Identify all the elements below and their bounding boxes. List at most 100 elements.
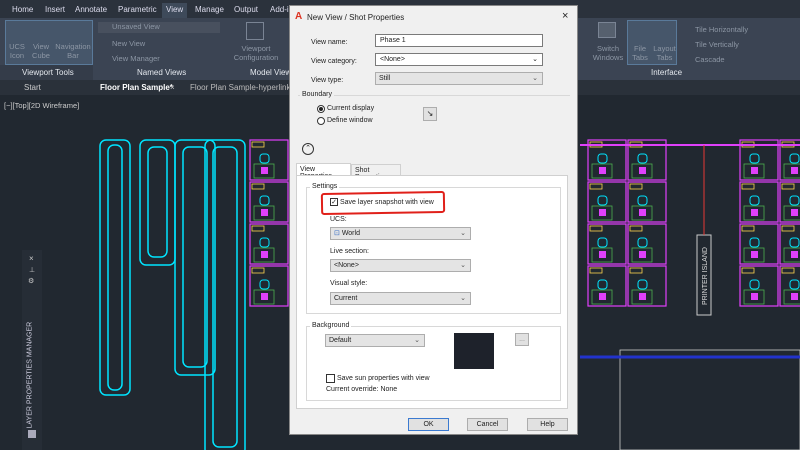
pick-window-button[interactable]: ↘ xyxy=(423,107,437,121)
room-tag xyxy=(589,183,603,190)
chair-seat xyxy=(639,167,646,174)
visual-style-label: Visual style: xyxy=(330,280,368,287)
chair-seat xyxy=(791,209,798,216)
room-tag xyxy=(251,141,265,148)
chair xyxy=(259,237,270,248)
chevron-down-icon: ⌄ xyxy=(460,295,466,302)
current-override-text: Current override: None xyxy=(326,386,398,393)
tab-insert[interactable]: Insert xyxy=(45,5,65,14)
autocad-logo-icon: A xyxy=(295,11,303,22)
view-type-label: View type: xyxy=(311,77,344,84)
cascade-button[interactable]: Cascade xyxy=(695,55,725,64)
chair xyxy=(637,195,648,206)
background-select[interactable]: Default ⌄ xyxy=(325,334,425,347)
collapse-icon[interactable]: ⌃ xyxy=(302,143,314,155)
wall-outline xyxy=(107,144,123,391)
chair-seat xyxy=(261,251,268,258)
room-tag xyxy=(741,183,755,190)
file-tab-hyperlinks[interactable]: Floor Plan Sample-hyperlinks* xyxy=(190,83,298,92)
tab-output[interactable]: Output xyxy=(234,5,258,14)
room-tag xyxy=(251,225,265,232)
wall-outline xyxy=(204,139,246,450)
settings-icon[interactable]: ⚙ xyxy=(28,277,34,285)
view-type-select[interactable]: Still ⌄ xyxy=(375,72,543,85)
tab-addins[interactable]: Add-i xyxy=(270,5,289,14)
wall-outline xyxy=(99,139,131,396)
printer-island-label: PRINTER ISLAND xyxy=(702,247,709,305)
chair-seat xyxy=(599,293,606,300)
navigation-bar-button[interactable]: Navigation Bar xyxy=(54,42,92,60)
chair xyxy=(597,195,608,206)
ok-button[interactable]: OK xyxy=(408,418,449,431)
unsaved-view-select[interactable]: Unsaved View xyxy=(98,22,220,33)
viewport-tools-title[interactable]: Viewport Tools xyxy=(22,68,74,77)
room-tag xyxy=(781,267,795,274)
switch-windows-button[interactable]: Switch Windows xyxy=(592,44,624,62)
named-views-title: Named Views xyxy=(137,68,187,77)
tab-annotate[interactable]: Annotate xyxy=(75,5,107,14)
chair-seat xyxy=(791,251,798,258)
tab-parametric[interactable]: Parametric xyxy=(118,5,157,14)
viewport-configuration-button[interactable]: Viewport Configuration xyxy=(230,44,282,62)
file-tab-start[interactable]: Start xyxy=(24,83,41,92)
room-tag xyxy=(781,183,795,190)
chevron-down-icon: ⌄ xyxy=(460,230,466,237)
define-window-radio[interactable] xyxy=(317,117,325,125)
close-icon[interactable]: × xyxy=(29,254,34,263)
ucs-select[interactable]: ⊡ World ⌄ xyxy=(330,227,471,240)
tile-horizontally-button[interactable]: Tile Horizontally xyxy=(695,25,748,34)
layout-tabs-toggle[interactable]: Layout Tabs xyxy=(652,44,677,62)
chair-seat xyxy=(599,167,606,174)
room-tag xyxy=(251,183,265,190)
tile-vertically-button[interactable]: Tile Vertically xyxy=(695,40,739,49)
chair-seat xyxy=(261,209,268,216)
tab-home[interactable]: Home xyxy=(12,5,33,14)
new-view-button[interactable]: New View xyxy=(112,39,145,48)
view-name-input[interactable]: Phase 1 xyxy=(375,34,543,47)
tab-view[interactable]: View xyxy=(162,3,188,18)
viewport-controls[interactable]: [−][Top][2D Wireframe] xyxy=(4,101,79,110)
help-button[interactable]: Help xyxy=(527,418,568,431)
tab-manage[interactable]: Manage xyxy=(195,5,224,14)
ucs-icon-button[interactable]: UCS Icon xyxy=(8,42,26,60)
view-manager-button[interactable]: View Manager xyxy=(112,54,160,63)
interface-title: Interface xyxy=(651,68,683,77)
chair-seat xyxy=(639,293,646,300)
file-tabs-toggle[interactable]: File Tabs xyxy=(628,44,652,62)
chevron-down-icon: ⌄ xyxy=(532,75,538,82)
cancel-button[interactable]: Cancel xyxy=(467,418,508,431)
room-tag xyxy=(251,267,265,274)
pin-icon[interactable]: ⊥ xyxy=(29,266,35,274)
view-cube-button[interactable]: View Cube xyxy=(30,42,52,60)
visual-style-select[interactable]: Current ⌄ xyxy=(330,292,471,305)
background-preview xyxy=(454,333,494,369)
chair xyxy=(749,195,760,206)
chair xyxy=(259,195,270,206)
wall-outline xyxy=(139,139,176,266)
room-tag xyxy=(781,225,795,232)
chair-seat xyxy=(751,209,758,216)
room-tag xyxy=(629,225,643,232)
chair xyxy=(637,279,648,290)
chevron-down-icon: ⌄ xyxy=(460,262,466,269)
chair xyxy=(637,237,648,248)
save-sun-checkbox[interactable] xyxy=(326,374,335,383)
chair-seat xyxy=(639,209,646,216)
view-category-select[interactable]: <None> ⌄ xyxy=(375,53,543,66)
close-icon[interactable]: × xyxy=(562,10,568,22)
chair-seat xyxy=(751,167,758,174)
ucs-label: UCS: xyxy=(330,216,347,223)
file-tab-floor-plan[interactable]: Floor Plan Sample* xyxy=(100,83,173,92)
live-section-select[interactable]: <None> ⌄ xyxy=(330,259,471,272)
chevron-down-icon: ⌄ xyxy=(414,337,420,344)
save-sun-label: Save sun properties with view xyxy=(337,375,430,382)
chair xyxy=(637,153,648,164)
chair xyxy=(789,237,800,248)
current-display-radio[interactable] xyxy=(317,105,325,113)
browse-button[interactable]: ... xyxy=(515,333,529,346)
layer-properties-palette[interactable]: × ⊥ ⚙ LAYER PROPERTIES MANAGER xyxy=(22,250,42,450)
close-tab-icon[interactable]: × xyxy=(170,83,175,92)
room-tag xyxy=(741,225,755,232)
layer-icon xyxy=(28,430,36,438)
pick-cursor-icon: ↘ xyxy=(426,109,434,118)
